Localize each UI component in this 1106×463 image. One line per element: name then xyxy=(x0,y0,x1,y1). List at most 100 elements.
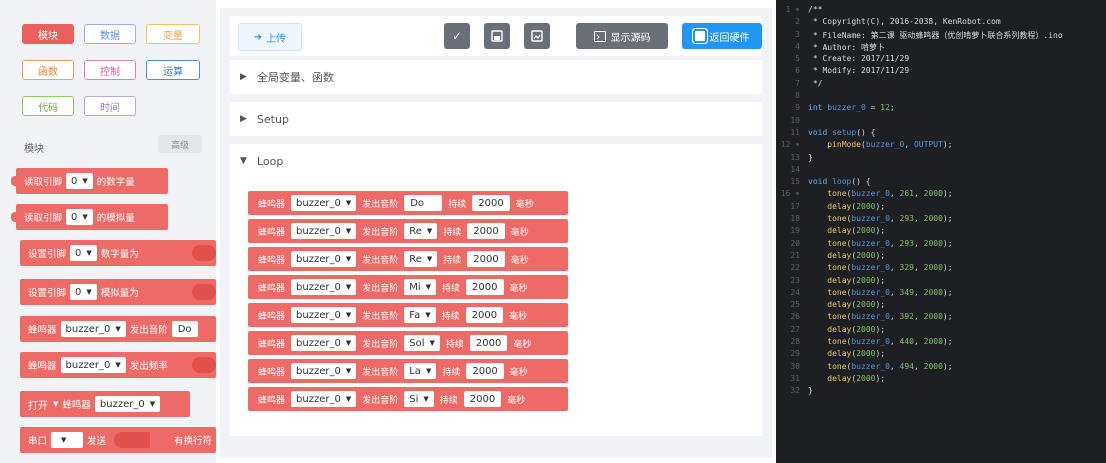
device-dropdown[interactable]: buzzer_0 ▼ xyxy=(60,357,126,373)
pin-value: 0 xyxy=(75,247,82,259)
note-dropdown[interactable]: Re ▼ xyxy=(404,223,438,239)
line-number: 32 xyxy=(790,386,800,396)
pin-dropdown[interactable]: 0 ▼ xyxy=(66,173,93,189)
note-dropdown[interactable]: La ▼ xyxy=(404,363,437,379)
pin-dropdown[interactable]: 0 ▼ xyxy=(66,209,93,225)
line-number: 28 xyxy=(790,337,800,347)
show-source-button[interactable]: 显示源码 xyxy=(576,23,668,49)
block-label: 毫秒 xyxy=(515,199,534,210)
newline-option[interactable]: 有换行符 xyxy=(174,433,216,447)
loop-buzzer-block[interactable]: 蜂鸣器 buzzer_0 ▼ 发出音阶 Do 持续 2000 毫秒 xyxy=(248,191,568,215)
block-digital-read[interactable]: 读取引脚 0 ▼ 的数字量 xyxy=(11,168,168,194)
block-buzzer-switch[interactable]: 打开 ▼ 蜂鸣器 buzzer_0 ▼ xyxy=(20,391,190,417)
dropdown-arrow-icon: ▼ xyxy=(86,288,92,296)
note-dropdown[interactable]: Si ▼ xyxy=(404,391,434,407)
back-to-hardware-button[interactable]: 返回硬件 xyxy=(682,23,762,49)
globals-panel-header[interactable]: ▶ 全局变量、函数 xyxy=(230,60,762,94)
device-dropdown[interactable]: buzzer_0 ▼ xyxy=(291,195,357,211)
block-label: 毫秒 xyxy=(509,367,528,378)
value-slot xyxy=(192,357,216,373)
code-editor[interactable]: 1 ▾ /** 2 * Copyright(C), 2016-2038, KenRo… xyxy=(776,0,1106,463)
block-serial-send[interactable]: 串口 ▼ 发送 有换行符 xyxy=(20,427,216,453)
loop-panel-title: Loop xyxy=(256,154,284,168)
dropdown-arrow-icon: ▼ xyxy=(61,436,67,444)
loop-buzzer-block[interactable]: 蜂鸣器 buzzer_0 ▼ 发出音阶 Sol ▼ 持续 2000 毫秒 xyxy=(248,331,568,355)
caret-down-icon: ▼ xyxy=(240,156,247,166)
block-label: 模拟量为 xyxy=(100,288,139,299)
code-text: delay(2000); xyxy=(827,300,886,310)
loop-buzzer-block[interactable]: 蜂鸣器 buzzer_0 ▼ 发出音阶 Re ▼ 持续 2000 毫秒 xyxy=(248,219,568,243)
note-dropdown[interactable]: Mi ▼ xyxy=(404,279,437,295)
verify-button[interactable]: ✓ xyxy=(444,23,470,49)
device-dropdown[interactable]: buzzer_0 ▼ xyxy=(60,321,126,337)
category-module[interactable]: 模块 xyxy=(22,24,74,44)
serial-dropdown[interactable]: ▼ xyxy=(51,432,84,448)
category-time[interactable]: 时间 xyxy=(84,96,136,116)
save-button[interactable] xyxy=(484,23,510,49)
upload-button[interactable]: ➜ 上传 xyxy=(238,23,302,51)
loop-buzzer-block[interactable]: 蜂鸣器 buzzer_0 ▼ 发出音阶 Fa ▼ 持续 2000 毫秒 xyxy=(248,303,568,327)
advanced-button[interactable]: 高级 xyxy=(158,135,202,153)
category-function[interactable]: 函数 xyxy=(22,60,74,80)
section-label: 模块 xyxy=(24,144,44,155)
block-label: 持续 xyxy=(441,311,460,322)
duration-field[interactable]: 2000 xyxy=(463,391,502,407)
block-label: 发出音阶 xyxy=(362,283,399,294)
device-dropdown[interactable]: buzzer_0 ▼ xyxy=(94,396,161,412)
device-dropdown[interactable]: buzzer_0 ▼ xyxy=(291,335,357,351)
block-buzzer-frequency[interactable]: 蜂鸣器 buzzer_0 ▼ 发出频率 xyxy=(20,352,216,378)
line-number: 25 xyxy=(790,300,800,310)
code-line: 31 delay(2000); xyxy=(776,374,1106,386)
block-label: 毫秒 xyxy=(510,227,529,238)
category-control[interactable]: 控制 xyxy=(84,60,136,80)
note-field[interactable]: Do xyxy=(404,195,443,211)
setup-panel-header[interactable]: ▶ Setup xyxy=(230,102,762,136)
pin-dropdown[interactable]: 0 ▼ xyxy=(70,245,97,261)
duration-field[interactable]: 2000 xyxy=(466,279,504,295)
device-dropdown[interactable]: buzzer_0 ▼ xyxy=(291,363,357,379)
code-line: 20 tone(buzzer_0, 293, 2000); xyxy=(776,239,1106,251)
note-dropdown[interactable]: Sol ▼ xyxy=(404,335,440,351)
block-buzzer-note[interactable]: 蜂鸣器 buzzer_0 ▼ 发出音阶 Do xyxy=(20,316,216,342)
device-dropdown[interactable]: buzzer_0 ▼ xyxy=(291,251,357,267)
screenshot-button[interactable] xyxy=(524,23,550,49)
note-dropdown[interactable]: Re ▼ xyxy=(404,251,438,267)
loop-panel-header[interactable]: ▼ Loop xyxy=(230,144,762,178)
category-operator[interactable]: 运算 xyxy=(146,60,200,80)
loop-buzzer-block[interactable]: 蜂鸣器 buzzer_0 ▼ 发出音阶 La ▼ 持续 2000 毫秒 xyxy=(248,359,568,383)
loop-buzzer-block[interactable]: 蜂鸣器 buzzer_0 ▼ 发出音阶 Si ▼ 持续 2000 毫秒 xyxy=(248,387,568,411)
duration-field[interactable]: 2000 xyxy=(472,195,510,211)
note-dropdown[interactable]: Fa ▼ xyxy=(404,307,436,323)
block-digital-write[interactable]: 设置引脚 0 ▼ 数字量为 xyxy=(20,240,216,266)
device-dropdown[interactable]: buzzer_0 ▼ xyxy=(291,223,357,239)
arrow-right-icon: ➜ xyxy=(253,31,263,43)
block-analog-read[interactable]: 读取引脚 0 ▼ 的模拟量 xyxy=(11,204,168,230)
code-line: 16 ▾ tone(buzzer_0, 261, 2000); xyxy=(776,189,1106,201)
device-dropdown[interactable]: buzzer_0 ▼ xyxy=(291,279,357,295)
block-label: 发送 xyxy=(87,436,107,447)
line-number: 3 xyxy=(795,29,800,39)
device-dropdown[interactable]: buzzer_0 ▼ xyxy=(291,391,357,407)
line-number: 15 xyxy=(790,177,800,187)
note-value: Fa xyxy=(409,309,421,321)
device-dropdown[interactable]: buzzer_0 ▼ xyxy=(291,307,357,323)
category-code[interactable]: 代码 xyxy=(22,96,74,116)
loop-buzzer-block[interactable]: 蜂鸣器 buzzer_0 ▼ 发出音阶 Mi ▼ 持续 2000 毫秒 xyxy=(248,275,568,299)
duration-field[interactable]: 2000 xyxy=(467,223,505,239)
block-analog-write[interactable]: 设置引脚 0 ▼ 模拟量为 xyxy=(20,279,216,305)
block-label: 蜂鸣器 xyxy=(258,199,286,210)
loop-buzzer-block[interactable]: 蜂鸣器 buzzer_0 ▼ 发出音阶 Re ▼ 持续 2000 毫秒 xyxy=(248,247,568,271)
line-number: 18 xyxy=(790,214,800,224)
category-data[interactable]: 数据 xyxy=(84,24,136,44)
pin-dropdown[interactable]: 0 ▼ xyxy=(70,284,97,300)
mode-dropdown[interactable]: 打开 ▼ xyxy=(28,396,58,412)
note-field[interactable]: Do xyxy=(171,321,198,337)
duration-field[interactable]: 2000 xyxy=(467,251,505,267)
duration-field[interactable]: 2000 xyxy=(466,363,504,379)
category-variable[interactable]: 变量 xyxy=(146,24,200,44)
device-value: buzzer_0 xyxy=(296,281,341,293)
code-line: 11 void setup() { xyxy=(776,128,1106,140)
mode-value: 打开 xyxy=(28,400,48,412)
duration-field[interactable]: 2000 xyxy=(465,307,504,323)
duration-field[interactable]: 2000 xyxy=(469,335,508,351)
